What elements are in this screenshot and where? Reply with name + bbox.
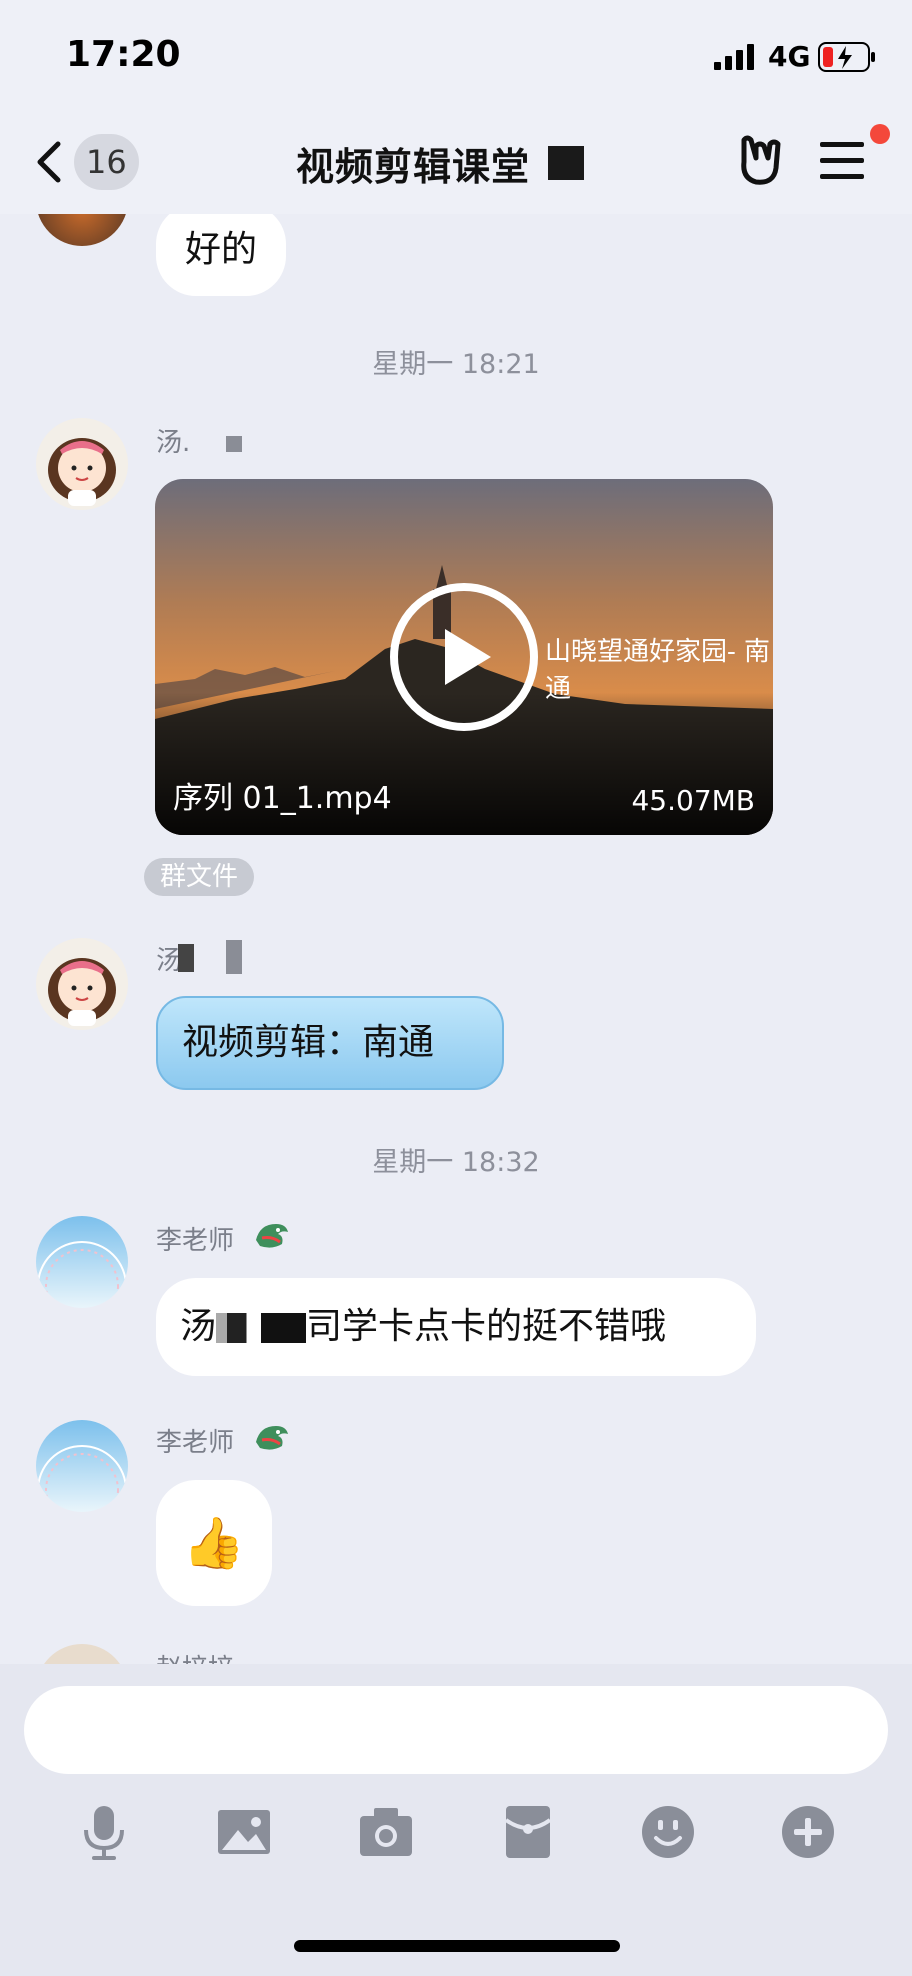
message-text-end: 司学卡点卡的挺不错哦 [306,1306,667,1347]
sender-name: 赵培培 [156,1648,234,1664]
dragon-badge-icon [256,1426,288,1450]
ferris-wheel-avatar-icon [37,1241,127,1308]
back-button[interactable]: 16 [34,134,144,190]
network-label: 4G [768,40,811,73]
message-text-start: 汤 [180,1306,217,1347]
avatar[interactable] [36,1216,128,1308]
message-bubble[interactable]: 好的 [156,214,286,296]
timestamp: 星期一 18:21 [372,349,540,380]
back-chevron-icon [37,141,61,183]
video-filesize: 45.07MB [631,784,755,817]
menu-icon[interactable] [820,140,864,180]
sender-name: 汤. [156,428,191,458]
message-text: 好的 [184,229,257,270]
message-list[interactable]: 好的 星期一 18:21 汤. 山晓望通好家园- 南通 序列 01_1.mp4 … [0,214,912,1664]
input-area [0,1664,912,1976]
sender-name: 李老师 [156,1428,235,1458]
name-redaction [226,436,242,452]
name-redaction [226,940,242,974]
camera-icon[interactable] [356,1802,416,1862]
avatar[interactable] [36,418,128,510]
avatar[interactable] [36,938,128,1030]
timestamp: 星期一 18:32 [372,1147,540,1178]
group-file-tag[interactable]: 群文件 [144,858,255,896]
message-bubble[interactable]: 汤 司学卡点卡的挺不错哦 [156,1278,756,1376]
signal-icon [714,44,754,70]
video-message[interactable]: 山晓望通好家园- 南通 序列 01_1.mp4 45.07MB [155,479,773,835]
plus-icon[interactable] [778,1802,838,1862]
emoji-icon[interactable] [638,1802,698,1862]
avatar[interactable] [36,1644,128,1664]
image-icon[interactable] [214,1802,274,1862]
chat-header: 16 视频剪辑课堂 [0,110,912,214]
video-filename: 序列 01_1.mp4 [173,781,392,816]
status-time: 17:20 [66,34,181,75]
girl-avatar-icon [48,438,116,506]
avatar[interactable] [36,214,128,246]
battery-icon [818,42,875,72]
avatar[interactable] [36,1420,128,1512]
chat-title[interactable]: 视频剪辑课堂 [296,136,530,191]
video-overlay-text: 山晓望通好家园- 南通 [545,637,771,704]
ferris-wheel-avatar-icon [37,1445,127,1512]
hand-gesture-icon[interactable] [734,134,784,186]
microphone-icon[interactable] [74,1802,134,1862]
dragon-badge-icon [256,1224,288,1248]
message-bubble[interactable]: 视频剪辑：南通 [156,996,504,1090]
title-redaction [548,146,584,180]
unread-count-badge: 16 [74,134,139,190]
message-text: 视频剪辑：南通 [182,1022,435,1063]
message-input[interactable] [24,1686,888,1774]
status-bar: 17:20 4G [0,0,912,110]
name-redaction [178,944,194,972]
text-redaction [216,1313,307,1343]
sender-name: 李老师 [156,1226,235,1256]
home-indicator[interactable] [294,1940,620,1952]
message-bubble[interactable]: 👍 [156,1480,272,1606]
thumbs-up-emoji: 👍 [182,1514,246,1572]
red-packet-icon[interactable] [498,1802,558,1862]
girl-avatar-icon [48,958,116,1026]
notification-dot [870,124,890,144]
